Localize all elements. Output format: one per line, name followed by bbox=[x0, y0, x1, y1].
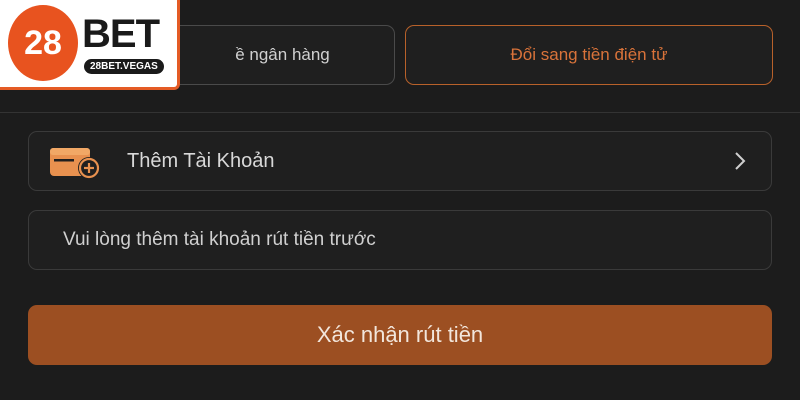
tab-crypto-label: Đổi sang tiền điện tử bbox=[510, 45, 668, 64]
bottom-strip bbox=[0, 385, 800, 400]
add-account-row[interactable]: Thêm Tài Khoản bbox=[28, 131, 772, 191]
chevron-right-icon bbox=[735, 152, 746, 170]
tab-crypto-withdraw[interactable]: Đổi sang tiền điện tử bbox=[405, 25, 773, 85]
add-account-label: Thêm Tài Khoản bbox=[127, 149, 275, 172]
logo-brand: BET bbox=[82, 12, 160, 56]
tab-bank-label: ề ngân hàng bbox=[235, 45, 330, 64]
wallet-add-icon bbox=[50, 148, 100, 179]
account-notice-text: Vui lòng thêm tài khoản rút tiền trước bbox=[63, 229, 376, 250]
withdraw-screen: ề ngân hàng Đổi sang tiền điện tử Thêm T… bbox=[0, 0, 800, 400]
section-divider bbox=[0, 112, 800, 113]
brand-logo: 28 BET 28BET.VEGAS bbox=[0, 0, 180, 90]
logo-domain: 28BET.VEGAS bbox=[84, 59, 164, 74]
account-notice: Vui lòng thêm tài khoản rút tiền trước bbox=[28, 210, 772, 270]
logo-number: 28 bbox=[8, 5, 78, 81]
confirm-withdraw-button[interactable]: Xác nhận rút tiền bbox=[28, 305, 772, 365]
